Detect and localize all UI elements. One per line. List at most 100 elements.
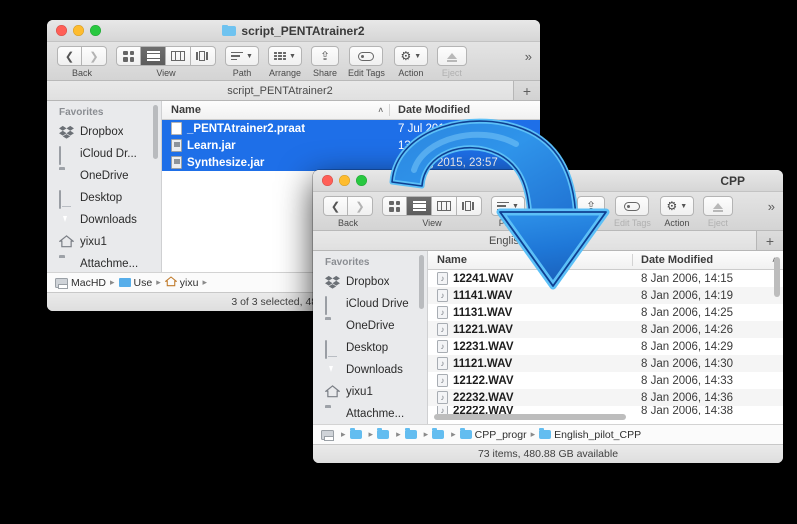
front-arrange-group[interactable]: ▼ Arrange — [534, 196, 568, 228]
path-item[interactable]: Use — [118, 277, 152, 289]
sidebar-item-dropbox[interactable]: Dropbox — [47, 121, 161, 143]
front-titlebar[interactable]: CPP — [313, 170, 783, 192]
vertical-scrollbar[interactable] — [774, 257, 780, 297]
back-button[interactable]: ❮ — [57, 46, 82, 66]
path-item[interactable] — [404, 427, 420, 440]
sidebar-item-attachments[interactable]: Attachme... — [313, 403, 427, 424]
sidebar-item-downloads[interactable]: Downloads — [313, 359, 427, 381]
table-row[interactable]: 11221.WAV 8 Jan 2006, 14:26 — [428, 321, 783, 338]
arrange-button[interactable]: ▼ — [534, 196, 568, 216]
front-list-header[interactable]: Name Date Modified ˄ — [428, 251, 783, 270]
front-path-group[interactable]: ▼ Path — [491, 196, 525, 228]
front-sidebar[interactable]: Favorites Dropbox iCloud Drive OneDrive — [313, 251, 428, 424]
front-eject-group[interactable]: Eject — [702, 196, 733, 228]
zoom-button[interactable] — [356, 175, 367, 186]
eject-button[interactable] — [702, 196, 733, 216]
back-edittags-group[interactable]: Edit Tags — [348, 46, 385, 78]
column-header-date-modified[interactable]: Date Modified — [390, 104, 540, 116]
finder-window-front[interactable]: CPP ❮ ❯ Back View ▼ Path ▼ Arrange ⇪ har… — [313, 170, 783, 463]
path-button[interactable]: ▼ — [225, 46, 259, 66]
back-nav-group[interactable]: ❮ ❯ Back — [57, 46, 107, 78]
sidebar-item-onedrive[interactable]: OneDrive — [313, 315, 427, 337]
back-button[interactable]: ❮ — [323, 196, 348, 216]
sidebar-item-dropbox[interactable]: Dropbox — [313, 271, 427, 293]
horizontal-scrollbar[interactable] — [434, 414, 626, 420]
sidebar-item-desktop[interactable]: Desktop — [47, 187, 161, 209]
front-tab[interactable]: English_pilot_CPP — [313, 231, 757, 250]
close-button[interactable] — [56, 25, 67, 36]
back-new-tab-button[interactable]: + — [514, 81, 540, 100]
coverflow-view-button[interactable] — [457, 196, 482, 216]
path-item[interactable]: MacHD — [55, 277, 106, 289]
path-button[interactable]: ▼ — [491, 196, 525, 216]
table-row[interactable]: 11131.WAV 8 Jan 2006, 14:25 — [428, 304, 783, 321]
sidebar-item-desktop[interactable]: Desktop — [313, 337, 427, 359]
edit-tags-button[interactable] — [349, 46, 384, 66]
column-view-button[interactable] — [166, 46, 191, 66]
share-button[interactable]: ⇪ — [577, 196, 605, 216]
table-row[interactable]: Learn.jar 13 Jul 2015, 19:0 — [162, 137, 540, 154]
zoom-button[interactable] — [90, 25, 101, 36]
forward-button[interactable]: ❯ — [82, 46, 107, 66]
close-button[interactable] — [322, 175, 333, 186]
front-file-list[interactable]: Name Date Modified ˄ 12241.WAV 8 Jan 200… — [428, 251, 783, 424]
back-share-group[interactable]: ⇪ Share — [311, 46, 339, 78]
back-tabbar[interactable]: script_PENTAtrainer2 + — [47, 81, 540, 101]
back-titlebar[interactable]: script_PENTAtrainer2 — [47, 20, 540, 42]
column-header-date-modified[interactable]: Date Modified ˄ — [633, 254, 783, 266]
back-arrange-group[interactable]: ▼ Arrange — [268, 46, 302, 78]
table-row[interactable]: _PENTAtrainer2.praat 7 Jul 2016, 15:28 — [162, 120, 540, 137]
front-view-group[interactable]: View — [382, 196, 482, 228]
front-action-group[interactable]: ⚙ ▼ Action — [659, 196, 694, 228]
sidebar-item-onedrive[interactable]: OneDrive — [47, 165, 161, 187]
icon-view-button[interactable] — [382, 196, 407, 216]
table-row[interactable]: 12231.WAV 8 Jan 2006, 14:29 — [428, 338, 783, 355]
sidebar-item-icloud-drive[interactable]: iCloud Dr... — [47, 143, 161, 165]
front-share-group[interactable]: ⇪ hare — [577, 196, 605, 228]
edit-tags-button[interactable] — [615, 196, 650, 216]
column-header-name[interactable]: Name ˄ — [162, 104, 390, 116]
sidebar-item-home[interactable]: yixu1 — [313, 381, 427, 403]
path-item[interactable] — [377, 427, 392, 440]
sidebar-item-icloud-drive[interactable]: iCloud Drive — [313, 293, 427, 315]
sidebar-item-attachments[interactable]: Attachme... — [47, 253, 161, 272]
path-item[interactable]: yixu — [164, 275, 198, 290]
minimize-button[interactable] — [73, 25, 84, 36]
path-item[interactable]: CPP_progr — [459, 427, 527, 441]
back-traffic-lights[interactable] — [47, 25, 101, 36]
sidebar-scrollbar[interactable] — [153, 105, 158, 159]
table-row[interactable]: 11141.WAV 8 Jan 2006, 14:19 — [428, 287, 783, 304]
back-sidebar[interactable]: Favorites Dropbox iCloud Dr... OneDrive — [47, 101, 162, 272]
action-button[interactable]: ⚙ ▼ — [659, 196, 694, 216]
front-traffic-lights[interactable] — [313, 175, 367, 186]
column-view-button[interactable] — [432, 196, 457, 216]
table-row[interactable]: 22232.WAV 8 Jan 2006, 14:36 — [428, 389, 783, 406]
path-item[interactable]: English_pilot_CPP — [539, 427, 641, 441]
front-path-bar[interactable]: ▸ ▸ ▸ ▸ ▸ CPP_progr ▸ English_pilot_CPP — [313, 424, 783, 444]
front-toolbar[interactable]: ❮ ❯ Back View ▼ Path ▼ Arrange ⇪ hare Ed… — [313, 192, 783, 231]
back-eject-group[interactable]: Eject — [436, 46, 467, 78]
front-nav-group[interactable]: ❮ ❯ Back — [323, 196, 373, 228]
minimize-button[interactable] — [339, 175, 350, 186]
path-item[interactable] — [432, 427, 447, 440]
table-row[interactable]: Synthesize.jar 12 Aug 2015, 23:57 — [162, 154, 540, 171]
toolbar-overflow-button[interactable]: » — [768, 196, 775, 214]
table-row[interactable]: 12241.WAV 8 Jan 2006, 14:15 — [428, 270, 783, 287]
back-view-group[interactable]: View — [116, 46, 216, 78]
forward-button[interactable]: ❯ — [348, 196, 373, 216]
back-tab[interactable]: script_PENTAtrainer2 — [47, 81, 514, 100]
path-item[interactable] — [349, 427, 365, 440]
icon-view-button[interactable] — [116, 46, 141, 66]
sidebar-item-downloads[interactable]: Downloads — [47, 209, 161, 231]
column-header-name[interactable]: Name — [428, 254, 633, 266]
arrange-button[interactable]: ▼ — [268, 46, 302, 66]
eject-button[interactable] — [436, 46, 467, 66]
table-row[interactable]: 11121.WAV 8 Jan 2006, 14:30 — [428, 355, 783, 372]
list-view-button[interactable] — [141, 46, 166, 66]
front-new-tab-button[interactable]: + — [757, 231, 783, 250]
front-tabbar[interactable]: English_pilot_CPP + — [313, 231, 783, 251]
back-action-group[interactable]: ⚙ ▼ Action — [393, 46, 428, 78]
back-list-header[interactable]: Name ˄ Date Modified — [162, 101, 540, 120]
back-toolbar[interactable]: ❮ ❯ Back View ▼ Path ▼ Arrange ⇪ Share E… — [47, 42, 540, 81]
action-button[interactable]: ⚙ ▼ — [393, 46, 428, 66]
